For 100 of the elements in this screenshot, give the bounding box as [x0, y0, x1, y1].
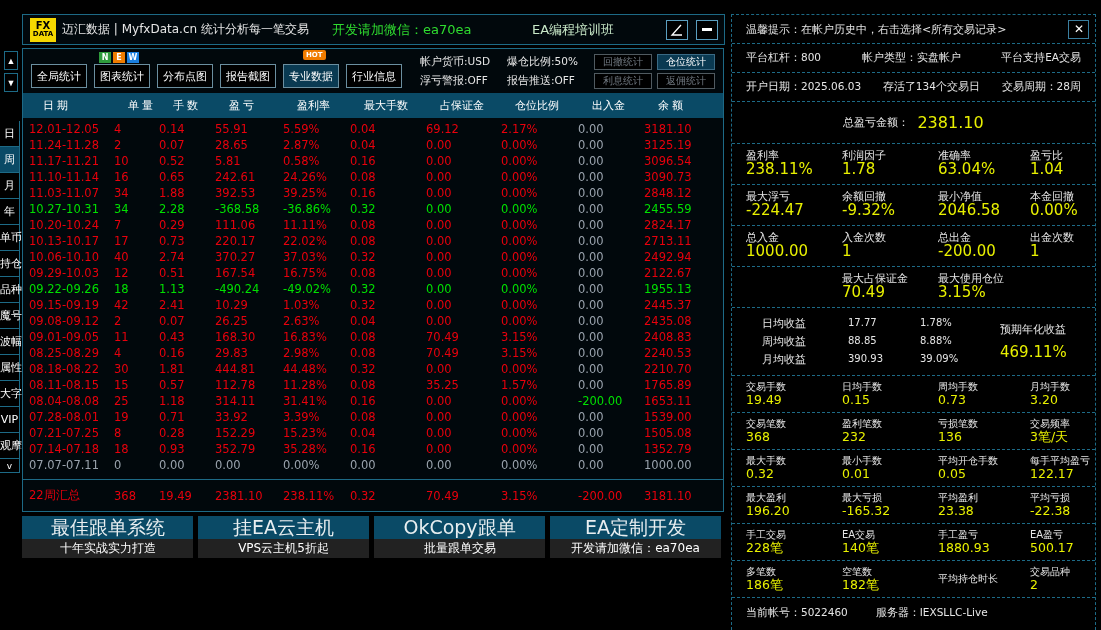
- side-tab[interactable]: VIP: [0, 407, 20, 433]
- stat-label: 盈利率: [746, 149, 780, 162]
- table-cell-text: -49.02%: [283, 282, 332, 296]
- stat-label: 入金次数: [842, 231, 887, 244]
- table-cell-text: 3.39%: [283, 410, 321, 424]
- table-cell-text: 0.00%: [283, 458, 321, 472]
- banner-title[interactable]: 挂EA云主机: [198, 516, 369, 539]
- table-cell-text: 0.00: [426, 410, 453, 424]
- table-cell-text: 2455.59: [644, 202, 693, 216]
- stat-value: 1.04: [1030, 161, 1065, 179]
- stat-button[interactable]: 回撤统计: [594, 53, 652, 70]
- resize-button[interactable]: [666, 19, 688, 40]
- table-cell-text: 0.16: [350, 442, 377, 456]
- column-header: 盈利率: [296, 98, 331, 113]
- table-cell-text: 31.41%: [283, 394, 328, 408]
- table-cell-text: 2445.37: [644, 298, 693, 312]
- stat-label: 盈亏比: [1030, 149, 1064, 162]
- side-tab[interactable]: 年: [0, 199, 20, 225]
- banner-title[interactable]: EA定制开发: [550, 516, 721, 539]
- table-cell-text: 34: [114, 202, 130, 216]
- table-cell-text: 70.49: [426, 346, 460, 360]
- toolbar-button[interactable]: 全局统计: [31, 64, 87, 88]
- new-badge-letter: E: [113, 52, 125, 63]
- toolbar-button[interactable]: 专业数据: [283, 64, 339, 88]
- side-tab[interactable]: 属性: [0, 355, 20, 381]
- table-cell-text: 37.03%: [283, 250, 328, 264]
- stat-label: 每手平均盈亏: [1030, 455, 1090, 467]
- table-cell-text: 70.49: [426, 330, 460, 344]
- table-cell-text: 11: [114, 330, 130, 344]
- table-cell-text: 0.04: [350, 122, 377, 136]
- side-tab[interactable]: 波幅: [0, 329, 20, 355]
- table-cell-text: 17: [114, 234, 130, 248]
- close-button[interactable]: ✕: [1068, 19, 1089, 39]
- stat-label: 手工交易: [746, 529, 787, 541]
- table-cell-text: 0.00: [578, 234, 605, 248]
- table-cell-text: 392.53: [215, 186, 257, 200]
- stat-value: 1880.93: [938, 540, 991, 555]
- table-cell-text: 0.00%: [501, 154, 539, 168]
- stat-value: 3笔/天: [1030, 429, 1069, 444]
- table-cell-text: 09.22-09.26: [29, 282, 100, 296]
- table-cell-text: 5.59%: [283, 122, 321, 136]
- table-cell-text: -490.24: [215, 282, 261, 296]
- table-cell-text: 0.00: [578, 218, 605, 232]
- table-cell-text: 1.13: [159, 282, 186, 296]
- table-cell-text: 08.25-08.29: [29, 346, 100, 360]
- toolbar-button[interactable]: 分布点图: [157, 64, 213, 88]
- course-link[interactable]: EA编程培训班: [532, 20, 615, 39]
- side-tab[interactable]: 品种: [0, 277, 20, 303]
- side-tab[interactable]: 持仓: [0, 251, 20, 277]
- table-cell-text: 0.58%: [283, 154, 321, 168]
- scroll-arrow-button[interactable]: ▼: [4, 73, 18, 92]
- side-tab[interactable]: 单币: [0, 225, 20, 251]
- side-tab[interactable]: v: [0, 459, 20, 473]
- table-cell-text: 0.08: [350, 170, 377, 184]
- banner-title[interactable]: 最佳跟单系统: [22, 516, 193, 539]
- toolbar-button[interactable]: 报告截图: [220, 64, 276, 88]
- table-cell-text: 0.00: [578, 282, 605, 296]
- table-cell-text: 0.00: [426, 314, 453, 328]
- table-cell-text: 0.00%: [501, 266, 539, 280]
- side-tab[interactable]: 日: [0, 121, 20, 147]
- stat-button[interactable]: 仓位统计: [657, 53, 715, 70]
- total-value: 2381.10: [917, 113, 984, 132]
- table-cell-text: 2.28: [159, 202, 186, 216]
- scroll-arrow-button[interactable]: ▲: [4, 51, 18, 70]
- side-tab[interactable]: 魔号: [0, 303, 20, 329]
- table-cell-text: 0.00%: [501, 394, 539, 408]
- column-header: 盈 亏: [228, 98, 256, 113]
- banner-title[interactable]: OkCopy跟单: [374, 516, 545, 539]
- stat-label: 最大盈利: [746, 492, 787, 504]
- table-cell-text: 0.00: [426, 394, 453, 408]
- table-cell-text: 40: [114, 250, 130, 264]
- stat-button[interactable]: 返佣统计: [657, 72, 715, 89]
- table-cell-text: 2435.08: [644, 314, 693, 328]
- table-cell-text: 0.00: [578, 122, 605, 136]
- total-label: 总盈亏金额：: [843, 115, 910, 130]
- table-cell-text: 0.16: [350, 394, 377, 408]
- toolbar-button[interactable]: 图表统计: [94, 64, 150, 88]
- account-detail: 交易周期：28周: [1001, 80, 1081, 94]
- stat-label: 最大手数: [746, 455, 787, 467]
- table-cell-text: 0.32: [350, 362, 377, 376]
- side-tab[interactable]: 月: [0, 173, 20, 199]
- account-info: 报告推送:OFF: [507, 73, 576, 88]
- stat-value: 0.73: [938, 392, 967, 407]
- stat-label: 最大占保证金: [842, 272, 909, 285]
- stat-label: 平均盈利: [938, 492, 979, 504]
- side-tab[interactable]: 大字: [0, 381, 20, 407]
- toolbar-button[interactable]: 行业信息: [346, 64, 402, 88]
- summary-cell-text: 2381.10: [215, 488, 264, 503]
- account-info: 爆仓比例:50%: [507, 54, 579, 69]
- table-cell-text: 07.21-07.25: [29, 426, 100, 440]
- table-cell-text: -368.58: [215, 202, 261, 216]
- table-cell-text: 1352.79: [644, 442, 693, 456]
- side-tab[interactable]: 周: [0, 147, 20, 173]
- side-tab[interactable]: 观摩: [0, 433, 20, 459]
- table-cell-text: 3090.73: [644, 170, 693, 184]
- table-cell-text: 0.08: [350, 378, 377, 392]
- stat-button[interactable]: 利息统计: [594, 72, 652, 89]
- table-cell-text: 2713.11: [644, 234, 693, 248]
- table-cell-text: 2824.17: [644, 218, 693, 232]
- minimize-button[interactable]: [696, 19, 718, 40]
